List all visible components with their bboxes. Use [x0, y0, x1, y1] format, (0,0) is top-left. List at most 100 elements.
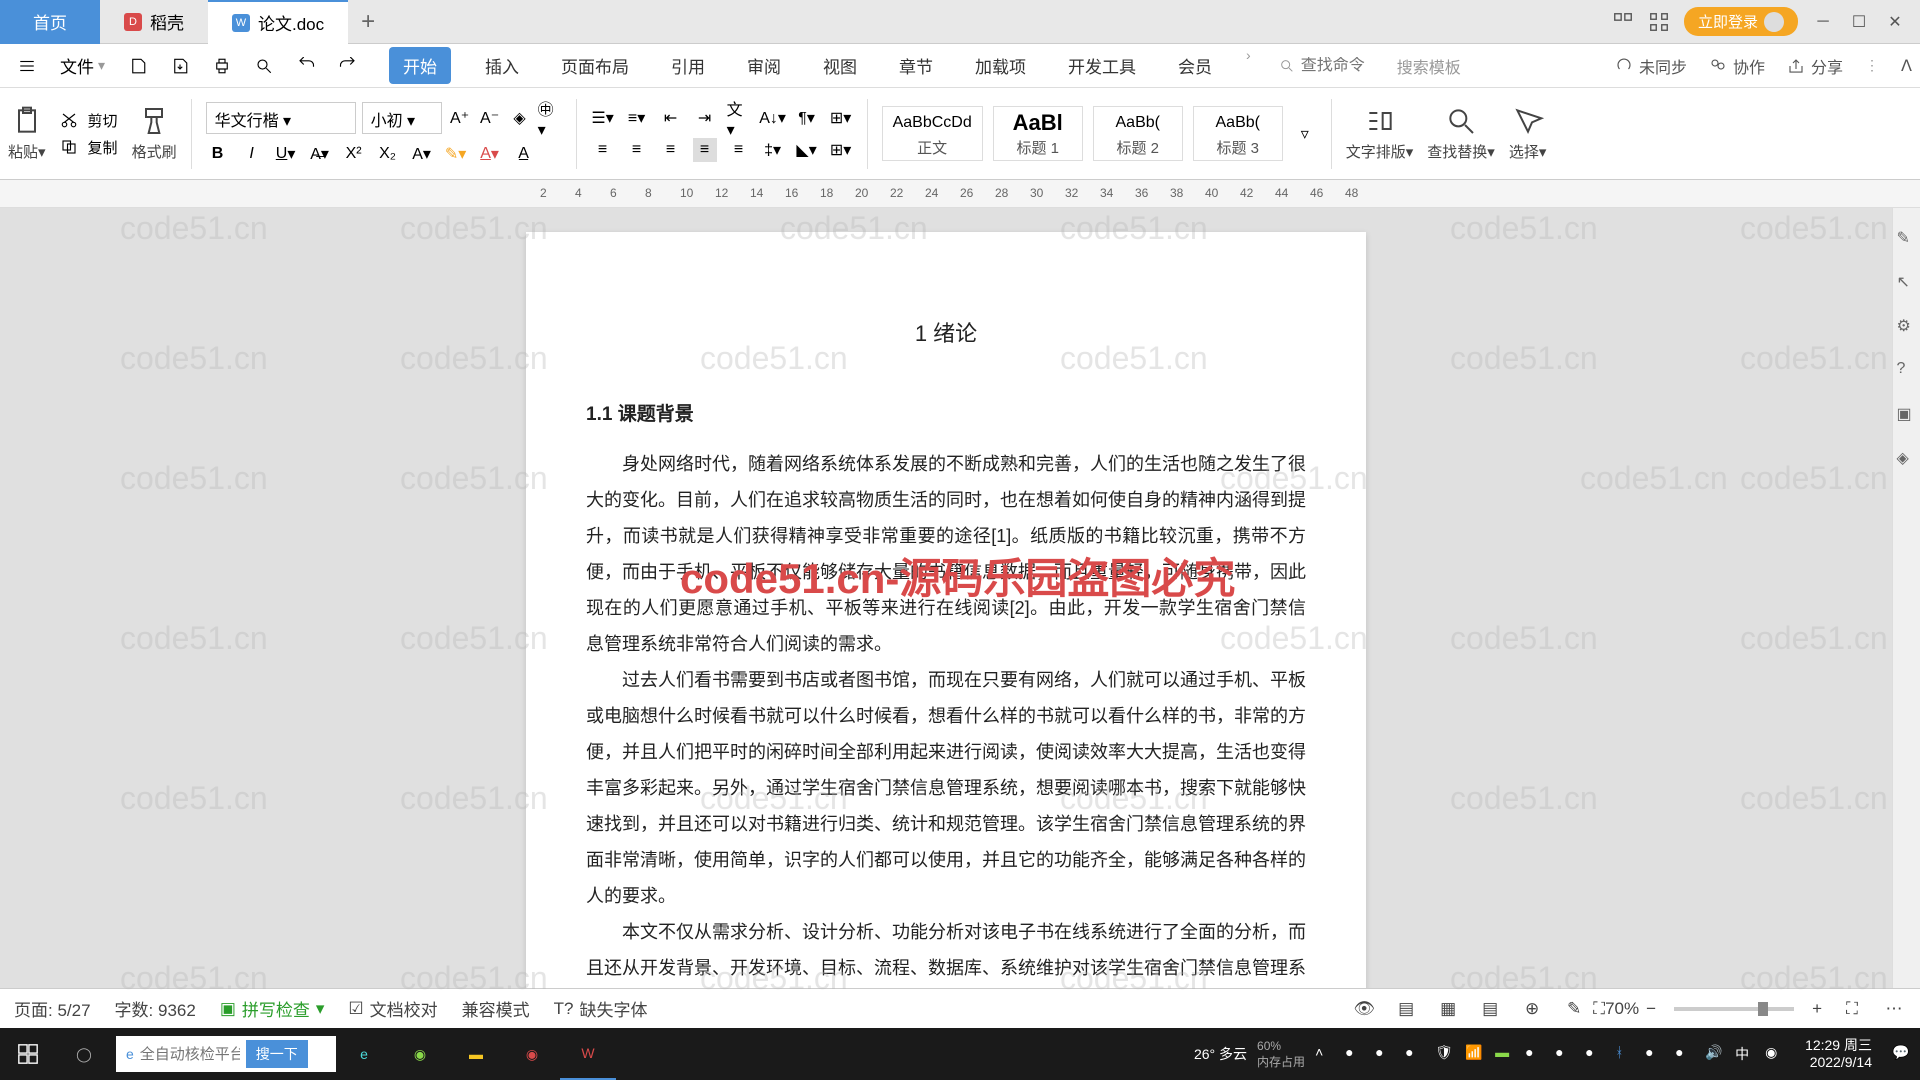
preview-icon[interactable]	[245, 51, 283, 81]
zoom-out-button[interactable]: −	[1646, 999, 1656, 1019]
cursor-icon[interactable]: ↖	[1897, 272, 1917, 292]
settings-icon[interactable]: ⚙	[1897, 316, 1917, 336]
menu-icon[interactable]	[8, 51, 46, 81]
indent-decrease-icon[interactable]: ⇤	[659, 106, 683, 130]
save-icon[interactable]	[119, 51, 157, 81]
cortana-icon[interactable]: ◯	[56, 1028, 112, 1080]
grid-icon[interactable]	[1612, 11, 1634, 33]
tray-icon-1[interactable]: ●	[1345, 1044, 1365, 1064]
text-layout-icon[interactable]	[1364, 105, 1396, 137]
wps-icon[interactable]: W	[560, 1028, 616, 1080]
collapse-ribbon-icon[interactable]: ᐱ	[1901, 56, 1912, 76]
minimize-button[interactable]: ─	[1812, 11, 1834, 33]
fit-icon[interactable]: ⛶ 70%	[1604, 997, 1628, 1021]
asian-layout-icon[interactable]: 文▾	[727, 106, 751, 130]
tray-ime-icon[interactable]: 中	[1735, 1044, 1755, 1064]
pencil-icon[interactable]: ✎	[1897, 228, 1917, 248]
sync-button[interactable]: 未同步	[1615, 54, 1687, 78]
tray-icon-4[interactable]: ●	[1525, 1044, 1545, 1064]
show-marks-icon[interactable]: ¶▾	[795, 106, 819, 130]
search-template-link[interactable]: 搜索模板	[1397, 54, 1461, 78]
undo-icon[interactable]	[287, 51, 325, 81]
tab-home[interactable]: 首页	[0, 0, 100, 44]
tab-view[interactable]: 视图	[815, 47, 865, 84]
zoom-slider[interactable]	[1674, 1007, 1794, 1011]
shading-icon[interactable]: ◣▾	[795, 138, 819, 162]
redo-icon[interactable]	[329, 51, 367, 81]
web-view-icon[interactable]: ⊕	[1520, 997, 1544, 1021]
tab-review[interactable]: 审阅	[739, 47, 789, 84]
outline-view-icon[interactable]: ▤	[1478, 997, 1502, 1021]
tab-start[interactable]: 开始	[389, 47, 451, 84]
phonetic-icon[interactable]: ㊥▾	[538, 106, 562, 130]
tray-icon-6[interactable]: ●	[1585, 1044, 1605, 1064]
tab-member[interactable]: 会员	[1170, 47, 1220, 84]
menubar-more-icon[interactable]: ⋮	[1865, 57, 1879, 74]
clock[interactable]: 12:29 周三2022/9/14	[1795, 1037, 1882, 1071]
paste-icon[interactable]	[11, 105, 43, 137]
taskbar-search[interactable]: e 搜一下	[116, 1036, 336, 1072]
style-normal[interactable]: AaBbCcDd正文	[882, 106, 983, 161]
format-painter-icon[interactable]	[138, 105, 170, 137]
font-size-select[interactable]: 小初 ▾	[362, 102, 442, 134]
italic-icon[interactable]: I	[240, 142, 264, 166]
eye-icon[interactable]: 👁	[1352, 997, 1376, 1021]
command-search-input[interactable]	[1301, 57, 1391, 75]
tab-addon[interactable]: 加载项	[967, 47, 1034, 84]
superscript-icon[interactable]: X²	[342, 142, 366, 166]
spellcheck-toggle[interactable]: ▣ 拼写检查 ▾	[220, 996, 325, 1021]
subscript-icon[interactable]: X₂	[376, 142, 400, 166]
image-icon[interactable]: ▣	[1897, 404, 1917, 424]
ruler[interactable]: 2468101214161820222426283032343638404244…	[0, 180, 1920, 208]
line-spacing-icon[interactable]: ‡▾	[761, 138, 785, 162]
bold-icon[interactable]: B	[206, 142, 230, 166]
select-icon[interactable]	[1512, 105, 1544, 137]
tray-nvidia-icon[interactable]: ▬	[1495, 1044, 1515, 1064]
compat-mode[interactable]: 兼容模式	[462, 996, 530, 1021]
align-justify-icon[interactable]: ≡	[693, 138, 717, 162]
print-view-icon[interactable]: ▦	[1436, 997, 1460, 1021]
underline-icon[interactable]: U▾	[274, 142, 298, 166]
cut-button[interactable]: 剪切	[60, 110, 118, 131]
close-button[interactable]: ✕	[1884, 11, 1906, 33]
align-distribute-icon[interactable]: ≡	[727, 138, 751, 162]
tray-volume-icon[interactable]: 🔊	[1705, 1044, 1725, 1064]
login-button[interactable]: 立即登录	[1684, 7, 1798, 36]
tab-insert[interactable]: 插入	[477, 47, 527, 84]
grow-font-icon[interactable]: A⁺	[448, 106, 472, 130]
browser-icon[interactable]: ◉	[392, 1028, 448, 1080]
proofread-button[interactable]: ☑ 文档校对	[348, 996, 437, 1021]
command-search[interactable]: 搜索模板	[1279, 54, 1461, 78]
weather-widget[interactable]: 26° 多云	[1194, 1044, 1247, 1064]
word-count[interactable]: 字数: 9362	[115, 996, 196, 1021]
find-replace-icon[interactable]	[1445, 105, 1477, 137]
ruler-icon[interactable]: ✎	[1562, 997, 1586, 1021]
font-color-icon[interactable]: A▾	[478, 142, 502, 166]
ie-icon[interactable]: e	[336, 1028, 392, 1080]
tray-icon-9[interactable]: ◉	[1765, 1044, 1785, 1064]
missing-font[interactable]: T? 缺失字体	[554, 996, 648, 1021]
tray-icon-7[interactable]: ●	[1645, 1044, 1665, 1064]
clear-format-icon[interactable]: ◈	[508, 106, 532, 130]
tray-icon-5[interactable]: ●	[1555, 1044, 1575, 1064]
strikethrough-icon[interactable]: A̶▾	[308, 142, 332, 166]
sort-icon[interactable]: A↓▾	[761, 106, 785, 130]
read-view-icon[interactable]: ▤	[1394, 997, 1418, 1021]
tabs-more-icon[interactable]: ›	[1246, 47, 1251, 84]
tab-document[interactable]: W论文.doc	[208, 0, 348, 44]
savecloud-icon[interactable]	[161, 51, 199, 81]
tab-reference[interactable]: 引用	[663, 47, 713, 84]
tab-pagelayout[interactable]: 页面布局	[553, 47, 637, 84]
maximize-button[interactable]: ☐	[1848, 11, 1870, 33]
style-h2[interactable]: AaBb(标题 2	[1093, 106, 1183, 161]
style-h3[interactable]: AaBb(标题 3	[1193, 106, 1283, 161]
tray-icon-2[interactable]: ●	[1375, 1044, 1395, 1064]
tab-chapter[interactable]: 章节	[891, 47, 941, 84]
tray-wifi-icon[interactable]: 📶	[1465, 1044, 1485, 1064]
tab-add[interactable]: +	[348, 8, 388, 36]
page-current[interactable]: 1 绪论 1.1 课题背景 身处网络时代，随着网络系统体系发展的不断成熟和完善，…	[526, 232, 1366, 1040]
copy-button[interactable]: 复制	[60, 137, 118, 158]
print-icon[interactable]	[203, 51, 241, 81]
apps-icon[interactable]	[1648, 11, 1670, 33]
notifications-icon[interactable]: 💬	[1892, 1044, 1912, 1064]
